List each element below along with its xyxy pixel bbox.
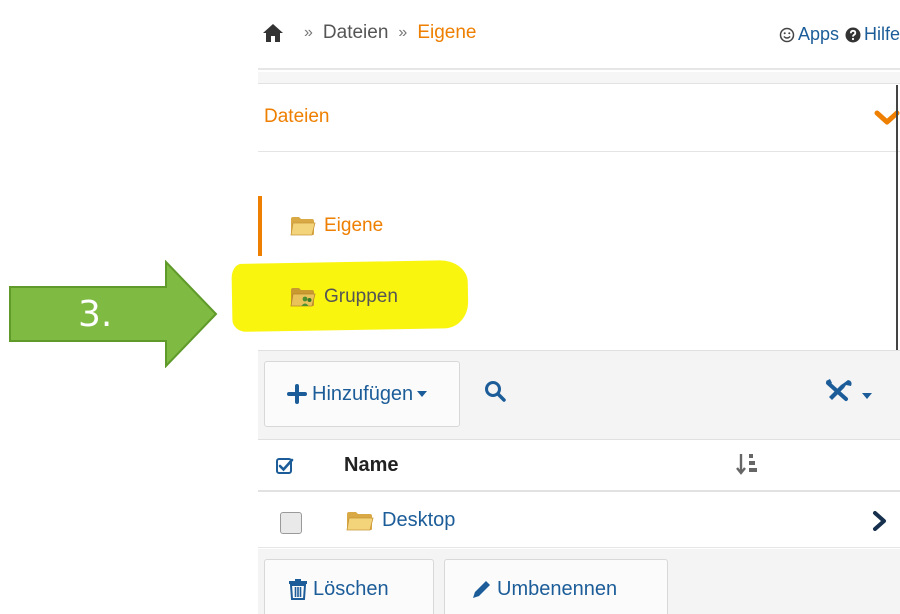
breadcrumb-separator: » xyxy=(398,24,408,41)
apps-link[interactable]: Apps xyxy=(779,24,839,45)
row-checkbox[interactable] xyxy=(280,512,302,534)
folder-label: Gruppen xyxy=(324,286,398,307)
toolbar: Hinzufügen xyxy=(258,350,900,440)
rename-button-label: Umbenennen xyxy=(497,577,618,600)
folder-label: Eigene xyxy=(324,215,384,236)
select-all-checkbox[interactable] xyxy=(276,457,294,475)
breadcrumb-item-eigene[interactable]: Eigene xyxy=(417,22,476,44)
caret-down-icon xyxy=(862,393,872,399)
delete-button[interactable]: Löschen xyxy=(264,559,434,614)
question-circle-icon xyxy=(845,27,861,42)
help-link[interactable]: Hilfe xyxy=(845,24,900,45)
row-name[interactable]: Desktop xyxy=(382,509,455,532)
chevron-right-icon[interactable] xyxy=(872,511,888,531)
smiley-icon xyxy=(779,27,795,42)
folder-icon xyxy=(290,217,316,236)
caret-down-icon xyxy=(417,391,428,397)
annotation-arrow-icon xyxy=(9,260,218,368)
trash-icon xyxy=(289,579,307,600)
plus-icon xyxy=(287,384,307,404)
column-header-name[interactable]: Name xyxy=(344,454,398,477)
folder-item-eigene[interactable]: Eigene xyxy=(258,196,878,256)
panel-title: Dateien xyxy=(264,106,330,127)
step-label: 3. xyxy=(78,294,113,335)
delete-button-label: Löschen xyxy=(313,577,389,600)
sort-icon[interactable] xyxy=(736,452,758,476)
rename-button[interactable]: Umbenennen xyxy=(444,559,668,614)
header-divider xyxy=(258,72,900,84)
table-header: Name xyxy=(258,441,900,492)
folder-item-gruppen[interactable]: Gruppen xyxy=(258,267,878,327)
add-button-label: Hinzufügen xyxy=(312,382,414,405)
top-links: Apps Hilfe xyxy=(773,24,900,45)
action-bar: Löschen Umbenennen xyxy=(258,549,900,614)
table-row[interactable]: Desktop xyxy=(258,494,900,548)
breadcrumb: » Dateien » Eigene xyxy=(258,22,476,44)
apps-label: Apps xyxy=(797,24,839,44)
top-bar: » Dateien » Eigene Apps Hilfe xyxy=(258,0,900,70)
home-icon[interactable] xyxy=(262,23,284,43)
group-folder-icon xyxy=(290,288,316,307)
wrench-screwdriver-icon[interactable] xyxy=(824,377,854,403)
help-label: Hilfe xyxy=(863,24,900,44)
folder-icon xyxy=(346,512,374,531)
breadcrumb-item-dateien[interactable]: Dateien xyxy=(323,22,389,44)
files-panel-header[interactable]: Dateien xyxy=(258,85,900,152)
search-icon[interactable] xyxy=(484,380,506,402)
panel-scrollbar[interactable] xyxy=(896,85,898,350)
breadcrumb-separator: » xyxy=(304,24,313,41)
pencil-icon xyxy=(473,581,490,598)
add-button[interactable]: Hinzufügen xyxy=(264,361,460,427)
